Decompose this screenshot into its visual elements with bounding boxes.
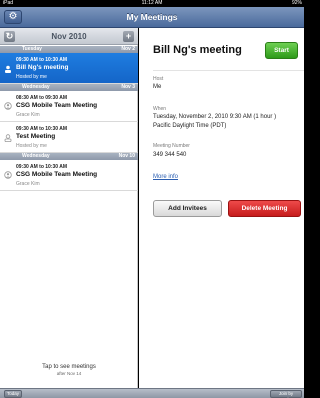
meeting-time: 08:30 AM to 09:30 AM <box>16 95 68 101</box>
start-button[interactable]: Start <box>265 42 298 59</box>
when-value: Tuesday, November 2, 2010 9:30 AM (1 hou… <box>153 114 277 120</box>
navigation-bar: ⚙ My Meetings <box>0 7 304 28</box>
section-header: Wednesday Nov 10 <box>0 153 138 160</box>
meeting-host: Grace Kim <box>16 181 40 187</box>
host-icon <box>5 65 11 73</box>
section-day: Wednesday <box>22 84 50 90</box>
meeting-row-test[interactable]: 09:30 AM to 10:30 AM Test Meeting Hosted… <box>0 122 138 153</box>
meeting-time: 09:30 AM to 10:30 AM <box>16 126 68 132</box>
meeting-time: 09:30 AM to 10:30 AM <box>16 164 68 170</box>
load-more-sublabel: after Nov 14 <box>56 371 82 376</box>
section-header: Wednesday Nov 3 <box>0 84 138 91</box>
meeting-name: Bill Ng's meeting <box>16 64 69 71</box>
plus-icon: + <box>125 31 132 41</box>
load-more-meetings[interactable]: Tap to see meetings after Nov 14 <box>0 364 138 376</box>
meeting-host: Grace Kim <box>16 112 40 118</box>
attendee-icon <box>4 171 12 179</box>
bottom-toolbar: Today Join by Number <box>0 388 304 398</box>
month-label: Nov 2010 <box>51 32 87 41</box>
section-date: Nov 10 <box>118 153 135 159</box>
section-day: Tuesday <box>22 46 42 52</box>
meeting-number-label: Meeting Number <box>153 143 190 149</box>
meeting-number-value: 349 344 540 <box>153 152 187 158</box>
meeting-host: Hosted by me <box>16 74 47 80</box>
delete-meeting-button[interactable]: Delete Meeting <box>228 200 301 217</box>
meeting-time: 09:30 AM to 10:30 AM <box>16 57 68 63</box>
page-title: My Meetings <box>126 12 178 22</box>
host-icon <box>4 134 12 142</box>
add-meeting-button[interactable]: + <box>123 31 134 42</box>
today-button[interactable]: Today <box>4 390 22 398</box>
section-header: Tuesday Nov 2 <box>0 46 138 53</box>
meeting-title: Bill Ng's meeting <box>153 44 242 56</box>
meeting-row-csg-1[interactable]: 08:30 AM to 09:30 AM CSG Mobile Team Mee… <box>0 91 138 122</box>
status-bar: iPad 11:12 AM 92% <box>0 0 304 7</box>
month-bar: ↻ Nov 2010 + <box>0 28 138 45</box>
more-info-link[interactable]: More info <box>153 174 178 180</box>
meeting-host: Hosted by me <box>16 143 47 149</box>
add-invitees-button[interactable]: Add Invitees <box>153 200 222 217</box>
when-label: When <box>153 106 167 112</box>
attendee-icon <box>4 102 12 110</box>
battery-level: 92% <box>291 0 302 6</box>
section-day: Wednesday <box>22 153 50 159</box>
meeting-list-sidebar: ↻ Nov 2010 + Tuesday Nov 2 09:30 AM to 1… <box>0 28 138 388</box>
section-date: Nov 3 <box>121 84 135 90</box>
meeting-name: CSG Mobile Team Meeting <box>16 102 98 109</box>
join-by-number-button[interactable]: Join by Number <box>270 390 302 398</box>
load-more-label: Tap to see meetings <box>42 364 96 370</box>
meeting-row-bill-ng[interactable]: 09:30 AM to 10:30 AM Bill Ng's meeting H… <box>0 53 138 84</box>
timezone-value: Pacific Daylight Time (PDT) <box>153 123 227 129</box>
divider <box>153 70 304 71</box>
host-value: Me <box>153 84 162 90</box>
meeting-row-csg-2[interactable]: 09:30 AM to 10:30 AM CSG Mobile Team Mee… <box>0 160 138 191</box>
section-date: Nov 2 <box>121 46 135 52</box>
host-label: Host <box>153 76 164 82</box>
meeting-detail-panel: Bill Ng's meeting Start Host Me When Tue… <box>139 28 304 388</box>
clock: 11:12 AM <box>141 0 163 6</box>
meeting-name: Test Meeting <box>16 133 56 140</box>
meeting-name: CSG Mobile Team Meeting <box>16 171 98 178</box>
